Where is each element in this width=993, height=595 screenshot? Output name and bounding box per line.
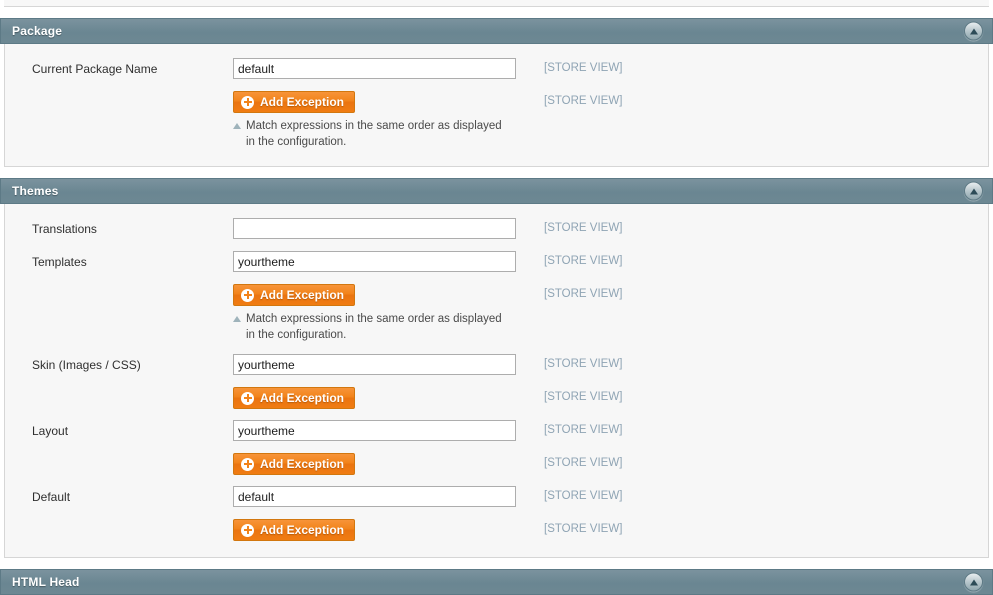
field-label-empty: [32, 387, 233, 388]
plus-circle-icon: [241, 523, 254, 537]
field-label-skin: Skin (Images / CSS): [32, 358, 141, 372]
add-exception-label: Add Exception: [260, 391, 345, 405]
scope-label: [STORE VIEW]: [544, 255, 623, 267]
scope-label: [STORE VIEW]: [544, 358, 623, 370]
scope-label: [STORE VIEW]: [544, 457, 623, 469]
hint-triangle-icon: [233, 316, 241, 322]
scope-label: [STORE VIEW]: [544, 288, 623, 300]
field-control: [233, 354, 518, 375]
field-row-layout-add-exception: Add Exception [STORE VIEW]: [5, 453, 988, 475]
field-label-layout: Layout: [32, 424, 69, 438]
scope-label: [STORE VIEW]: [544, 490, 623, 502]
field-hint: Match expressions in the same order as d…: [233, 118, 513, 150]
field-control: Add Exception: [233, 453, 518, 475]
field-row-skin: Skin (Images / CSS) [STORE VIEW]: [5, 354, 988, 376]
scope-label: [STORE VIEW]: [544, 95, 623, 107]
section-title-package: Package: [12, 24, 63, 38]
translations-input[interactable]: [233, 218, 516, 239]
scope-label: [STORE VIEW]: [544, 523, 623, 535]
plus-circle-icon: [241, 95, 254, 109]
scope-label: [STORE VIEW]: [544, 424, 623, 436]
scope-label: [STORE VIEW]: [544, 62, 623, 74]
field-row-current-package-name: Current Package Name [STORE VIEW]: [5, 58, 988, 80]
add-exception-button[interactable]: Add Exception: [233, 453, 356, 475]
scope-label: [STORE VIEW]: [544, 222, 623, 234]
section-title-html-head: HTML Head: [12, 575, 80, 589]
hint-text: Match expressions in the same order as d…: [246, 313, 502, 341]
field-control: [233, 486, 518, 507]
add-exception-label: Add Exception: [260, 523, 345, 537]
collapse-triangle-icon[interactable]: [964, 572, 983, 592]
hint-triangle-icon: [233, 123, 241, 129]
field-row-skin-add-exception: Add Exception [STORE VIEW]: [5, 387, 988, 409]
add-exception-label: Add Exception: [260, 457, 345, 471]
templates-input[interactable]: [233, 251, 516, 272]
field-control: Add Exception: [233, 519, 518, 541]
field-row-package-add-exception: Add Exception Match expressions in the s…: [5, 91, 988, 150]
plus-circle-icon: [241, 391, 254, 405]
previous-section-bottom-edge: [4, 0, 989, 7]
field-row-templates-add-exception: Add Exception Match expressions in the s…: [5, 284, 988, 343]
field-row-translations: Translations [STORE VIEW]: [5, 218, 988, 240]
section-title-themes: Themes: [12, 184, 59, 198]
field-control: [233, 218, 518, 239]
default-input[interactable]: [233, 486, 516, 507]
field-label-templates: Templates: [32, 255, 87, 269]
field-row-templates: Templates [STORE VIEW]: [5, 251, 988, 273]
add-exception-label: Add Exception: [260, 288, 345, 302]
add-exception-label: Add Exception: [260, 95, 345, 109]
add-exception-button[interactable]: Add Exception: [233, 91, 356, 113]
section-header-themes[interactable]: Themes: [0, 178, 993, 204]
field-label-empty: [32, 284, 233, 285]
field-control: Add Exception: [233, 387, 518, 409]
triangle-glyph: [969, 28, 978, 34]
section-body-themes: Translations [STORE VIEW] Templates [STO…: [4, 204, 989, 558]
field-control: [233, 58, 518, 79]
field-label-current-package-name: Current Package Name: [32, 62, 158, 76]
skin-input[interactable]: [233, 354, 516, 375]
collapse-triangle-icon[interactable]: [964, 21, 983, 41]
plus-circle-icon: [241, 457, 254, 471]
field-control: [233, 251, 518, 272]
add-exception-button[interactable]: Add Exception: [233, 519, 356, 541]
field-control: [233, 420, 518, 441]
collapse-triangle-icon[interactable]: [964, 181, 983, 201]
field-label-empty: [32, 453, 233, 454]
field-label-translations: Translations: [32, 222, 97, 236]
field-row-layout: Layout [STORE VIEW]: [5, 420, 988, 442]
layout-input[interactable]: [233, 420, 516, 441]
field-row-default: Default [STORE VIEW]: [5, 486, 988, 508]
field-hint: Match expressions in the same order as d…: [233, 311, 513, 343]
hint-text: Match expressions in the same order as d…: [246, 120, 502, 148]
triangle-glyph: [969, 579, 978, 585]
triangle-glyph: [969, 188, 978, 194]
add-exception-button[interactable]: Add Exception: [233, 284, 356, 306]
scope-label: [STORE VIEW]: [544, 391, 623, 403]
section-body-package: Current Package Name [STORE VIEW] Add Ex…: [4, 44, 989, 167]
field-control: Add Exception Match expressions in the s…: [233, 91, 518, 150]
field-label-empty: [32, 91, 233, 92]
section-header-package[interactable]: Package: [0, 18, 993, 44]
plus-circle-icon: [241, 288, 254, 302]
field-control: Add Exception Match expressions in the s…: [233, 284, 518, 343]
field-label-default: Default: [32, 490, 71, 504]
section-header-html-head[interactable]: HTML Head: [0, 569, 993, 595]
field-row-default-add-exception: Add Exception [STORE VIEW]: [5, 519, 988, 541]
field-label-empty: [32, 519, 233, 520]
current-package-name-input[interactable]: [233, 58, 516, 79]
add-exception-button[interactable]: Add Exception: [233, 387, 356, 409]
